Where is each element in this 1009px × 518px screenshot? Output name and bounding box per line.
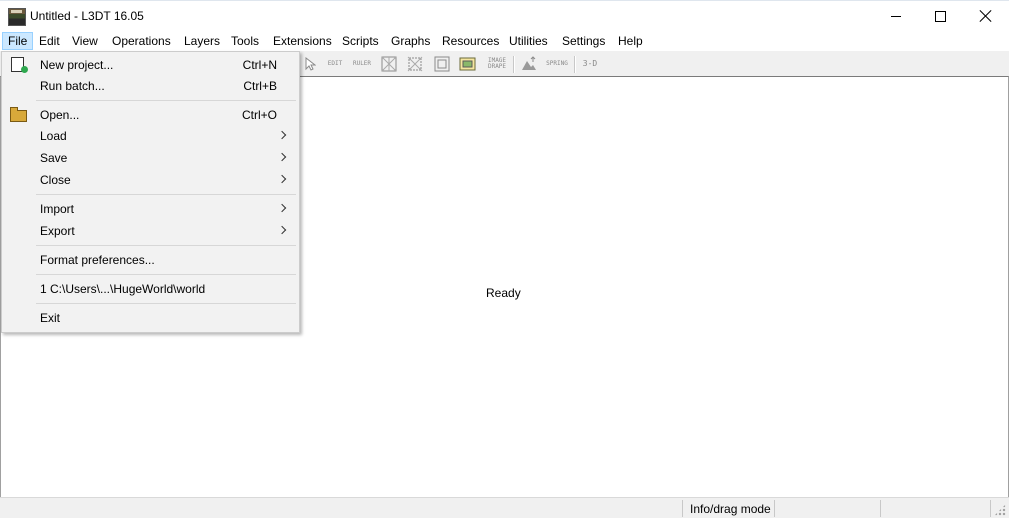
- app-icon: [8, 8, 26, 26]
- menu-item-run-batch[interactable]: Run batch... Ctrl+B: [2, 74, 297, 96]
- toolbar-separator: [513, 56, 515, 73]
- menu-item-load[interactable]: Load: [2, 124, 297, 146]
- status-pane-divider: [774, 500, 775, 517]
- terrain-raise-icon[interactable]: [519, 55, 539, 73]
- minimize-button[interactable]: [873, 1, 918, 31]
- maximize-icon: [935, 10, 946, 22]
- 3d-view-label: 3-D: [582, 59, 598, 68]
- submenu-arrow-icon: [277, 152, 287, 162]
- select-arrow-icon[interactable]: [300, 55, 320, 73]
- menu-item-label: Export: [40, 224, 75, 238]
- menu-tools[interactable]: Tools: [226, 32, 264, 50]
- menu-utilities[interactable]: Utilities: [504, 32, 553, 50]
- menu-item-label: Exit: [40, 311, 61, 325]
- menu-item-recent-file[interactable]: 1 C:\Users\...\HugeWorld\world: [2, 277, 297, 299]
- status-pane-divider: [682, 500, 683, 517]
- menu-item-label: Save: [40, 151, 68, 165]
- menu-item-label: New project...: [40, 58, 114, 72]
- menu-graphs[interactable]: Graphs: [386, 32, 435, 50]
- spring-tool-icon[interactable]: SPRING: [545, 55, 569, 73]
- menu-resources[interactable]: Resources: [437, 32, 504, 50]
- frame-icon[interactable]: [432, 55, 452, 73]
- menu-separator: [36, 274, 296, 275]
- open-folder-icon: [10, 107, 27, 122]
- ready-status: Ready: [486, 286, 521, 300]
- menu-item-exit[interactable]: Exit: [2, 306, 297, 328]
- menu-scripts[interactable]: Scripts: [337, 32, 384, 50]
- menu-view[interactable]: View: [67, 32, 103, 50]
- menu-item-label: Format preferences...: [40, 253, 155, 267]
- minimize-icon: [890, 15, 901, 17]
- status-mode: Info/drag mode: [690, 502, 771, 516]
- menu-item-label: Open...: [40, 108, 80, 122]
- menu-item-shortcut: Ctrl+O: [241, 108, 277, 122]
- status-pane-divider: [990, 500, 991, 517]
- menu-separator: [36, 100, 296, 101]
- submenu-arrow-icon: [277, 225, 287, 235]
- menu-extensions[interactable]: Extensions: [268, 32, 337, 50]
- menu-item-export[interactable]: Export: [2, 219, 297, 241]
- menu-file[interactable]: File: [2, 32, 34, 50]
- menu-item-shortcut: Ctrl+B: [243, 79, 277, 93]
- mesh-select-icon[interactable]: [379, 55, 399, 73]
- window-title: Untitled - L3DT 16.05: [30, 9, 144, 23]
- submenu-arrow-icon: [277, 203, 287, 213]
- menu-item-format-preferences[interactable]: Format preferences...: [2, 248, 297, 270]
- image-drape-view-icon[interactable]: [458, 55, 478, 73]
- menu-operations[interactable]: Operations: [107, 32, 176, 50]
- menu-item-label: Load: [40, 129, 67, 143]
- menu-bar: File Edit View Operations Layers Tools E…: [0, 31, 1009, 51]
- menu-item-label: Import: [40, 202, 75, 216]
- menu-item-label: Close: [40, 173, 71, 187]
- spring-tool-label: SPRING: [546, 60, 568, 67]
- menu-item-label: Run batch...: [40, 79, 105, 93]
- menu-item-import[interactable]: Import: [2, 197, 297, 219]
- image-drape-icon[interactable]: IMAGE DRAPE: [485, 55, 509, 73]
- menu-item-save[interactable]: Save: [2, 146, 297, 168]
- menu-item-close[interactable]: Close: [2, 168, 297, 190]
- submenu-arrow-icon: [277, 174, 287, 184]
- new-project-icon: [11, 57, 28, 73]
- menu-separator: [36, 303, 296, 304]
- menu-item-open[interactable]: Open... Ctrl+O: [2, 103, 297, 125]
- edit-tool-icon[interactable]: EDIT: [325, 55, 345, 73]
- toolbar-separator: [574, 56, 576, 73]
- file-menu-dropdown: New project... Ctrl+N Run batch... Ctrl+…: [1, 51, 300, 333]
- menu-item-shortcut: Ctrl+N: [242, 58, 277, 72]
- status-bar: Info/drag mode: [0, 497, 1009, 518]
- edit-tool-label: EDIT: [327, 60, 343, 67]
- image-drape-label: IMAGE DRAPE: [487, 57, 507, 70]
- menu-layers[interactable]: Layers: [179, 32, 225, 50]
- menu-settings[interactable]: Settings: [557, 32, 610, 50]
- close-button[interactable]: [963, 1, 1008, 31]
- menu-separator: [36, 245, 296, 246]
- menu-item-label: 1 C:\Users\...\HugeWorld\world: [40, 282, 206, 296]
- menu-edit[interactable]: Edit: [34, 32, 65, 50]
- menu-item-new-project[interactable]: New project... Ctrl+N: [2, 53, 297, 75]
- ruler-tool-label: RULER: [352, 60, 372, 67]
- ruler-tool-icon[interactable]: RULER: [350, 55, 374, 73]
- area-select-icon[interactable]: [405, 55, 425, 73]
- title-bar: Untitled - L3DT 16.05: [0, 0, 1009, 32]
- menu-help[interactable]: Help: [613, 32, 648, 50]
- resize-grip-icon[interactable]: [994, 504, 1006, 516]
- maximize-button[interactable]: [918, 1, 963, 31]
- close-icon: [980, 10, 992, 22]
- menu-separator: [36, 194, 296, 195]
- 3d-view-icon[interactable]: 3-D: [580, 55, 600, 73]
- submenu-arrow-icon: [277, 130, 287, 140]
- status-pane-divider: [880, 500, 881, 517]
